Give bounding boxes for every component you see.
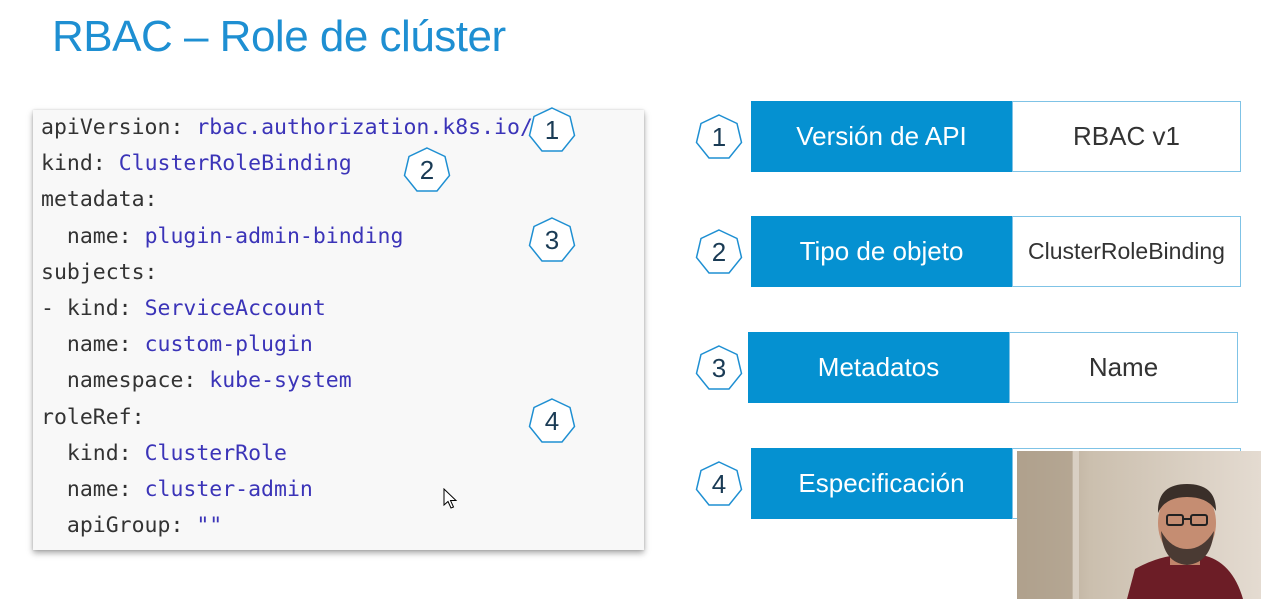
code-line: name: plugin-admin-binding (41, 223, 404, 249)
slide-title: RBAC – Role de clúster (52, 12, 506, 61)
code-line: subjects: (41, 259, 158, 285)
presenter-webcam-video (1017, 451, 1261, 599)
row-4-label: Especificación (751, 448, 1012, 519)
row-1-value: RBAC v1 (1012, 101, 1241, 172)
row-3-number-icon: 3 (694, 344, 744, 392)
code-marker-3-icon: 3 (527, 216, 577, 264)
code-line: apiVersion: rbac.authorization.k8s.io/v1 (41, 115, 559, 140)
row-1-label: Versión de API (751, 101, 1012, 172)
row-4-number-icon: 4 (694, 460, 744, 508)
yaml-code-panel: apiVersion: rbac.authorization.k8s.io/v1… (33, 110, 644, 550)
code-marker-1-icon: 1 (527, 106, 577, 154)
code-line: roleRef: (41, 404, 145, 430)
code-line: metadata: (41, 187, 158, 213)
code-line: apiGroup: "" (41, 513, 223, 539)
row-2-value: ClusterRoleBinding (1012, 216, 1241, 287)
code-line: name: cluster-admin (41, 476, 313, 502)
code-line: name: custom-plugin (41, 332, 313, 358)
row-1-number-icon: 1 (694, 113, 744, 161)
mouse-pointer-icon (443, 487, 459, 515)
yaml-code-block: apiVersion: rbac.authorization.k8s.io/v1… (41, 110, 559, 544)
code-line: kind: ClusterRoleBinding (41, 151, 352, 177)
code-marker-4-icon: 4 (527, 397, 577, 445)
row-3-label: Metadatos (748, 332, 1009, 403)
code-line: - kind: ServiceAccount (41, 295, 326, 321)
row-2-label: Tipo de objeto (751, 216, 1012, 287)
code-line: namespace: kube-system (41, 368, 352, 394)
code-line: kind: ClusterRole (41, 440, 287, 466)
code-marker-2-icon: 2 (402, 146, 452, 194)
row-3-value: Name (1009, 332, 1238, 403)
row-2-number-icon: 2 (694, 228, 744, 276)
